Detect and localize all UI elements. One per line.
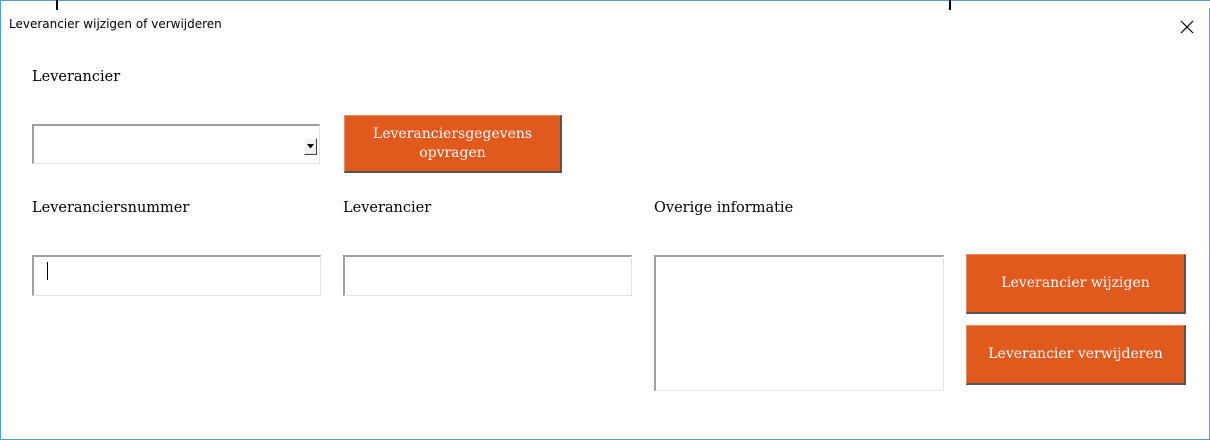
edit-supplier-label: Leverancier wijzigen bbox=[1001, 275, 1150, 291]
other-info-textarea[interactable] bbox=[656, 257, 943, 390]
chevron-down-icon bbox=[307, 144, 314, 149]
title-bar: Leverancier wijzigen of verwijderen bbox=[1, 10, 1209, 44]
dropdown-arrow-button[interactable] bbox=[304, 138, 317, 155]
supplier-dropdown[interactable] bbox=[32, 124, 320, 164]
delete-supplier-button[interactable]: Leverancier verwijderen bbox=[966, 325, 1186, 385]
supplier-name-field[interactable] bbox=[343, 255, 632, 296]
background-divider bbox=[56, 0, 58, 10]
background-divider bbox=[949, 0, 951, 10]
supplier-dropdown-value[interactable] bbox=[34, 126, 319, 163]
edit-supplier-button[interactable]: Leverancier wijzigen bbox=[966, 254, 1186, 314]
other-info-label: Overige informatie bbox=[654, 200, 794, 216]
close-icon bbox=[1180, 20, 1194, 34]
fetch-supplier-data-button[interactable]: Leveranciersgegevens opvragen bbox=[344, 115, 562, 173]
supplier-name-label: Leverancier bbox=[343, 200, 432, 216]
supplier-number-input[interactable] bbox=[34, 257, 320, 295]
supplier-name-input[interactable] bbox=[345, 257, 631, 295]
fetch-supplier-data-label: Leveranciersgegevens opvragen bbox=[372, 125, 533, 161]
dialog-window: Leverancier wijzigen of verwijderen Leve… bbox=[0, 0, 1210, 440]
supplier-number-label: Leveranciersnummer bbox=[32, 200, 190, 216]
other-info-field[interactable] bbox=[654, 255, 944, 391]
close-button[interactable] bbox=[1173, 14, 1201, 40]
window-top-border bbox=[1, 0, 1210, 8]
delete-supplier-label: Leverancier verwijderen bbox=[988, 346, 1163, 362]
supplier-select-label: Leverancier bbox=[32, 69, 121, 85]
text-cursor bbox=[47, 262, 48, 280]
supplier-number-field[interactable] bbox=[32, 255, 321, 296]
window-title: Leverancier wijzigen of verwijderen bbox=[9, 17, 222, 31]
